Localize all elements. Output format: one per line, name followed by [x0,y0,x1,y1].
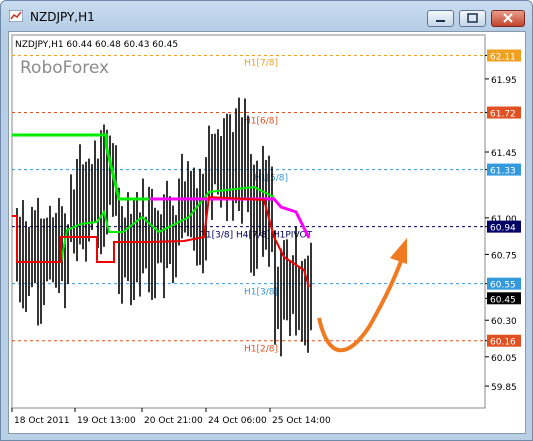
chart-area[interactable]: NZDJPY,H1 60.44 60.48 60.43 60.45 RoboFo… [8,31,526,434]
price-tick-label: 61.45 [491,149,517,159]
time-tick-label: 18 Oct 2011 [14,416,70,426]
price-tag-label: 60.45 [490,295,516,305]
price-tag-label: 60.55 [490,281,516,291]
window-title: NZDJPY,H1 [30,10,95,24]
level-label: H1[2/8] [244,345,278,355]
restore-icon [467,13,478,23]
price-tag-label: 61.33 [490,167,516,177]
price-tick-label: 59.85 [491,383,517,393]
level-label: H1[3/8] [244,288,278,298]
title-bar[interactable]: NZDJPY,H1 [1,1,532,31]
price-tag-label: 60.94 [490,224,516,234]
price-chart[interactable]: NZDJPY,H1 60.44 60.48 60.43 60.45 RoboFo… [9,32,525,433]
watermark-logo: RoboForex [20,58,109,78]
time-tick-label: 24 Oct 06:00 [208,416,267,426]
level-label: H1[6/8] [244,117,278,127]
level-label: H1[5/8] [254,174,288,184]
close-button[interactable] [491,10,525,27]
price-tag-label: 60.16 [490,338,516,348]
time-tick-label: 20 Oct 21:00 [144,416,203,426]
minimize-button[interactable] [427,10,454,27]
price-tick-label: 61.95 [491,76,517,86]
symbol-ohlc-label: NZDJPY,H1 60.44 60.48 60.43 60.45 [15,40,178,50]
price-tick-label: 60.30 [491,317,517,327]
chart-window: NZDJPY,H1 NZDJPY,H1 60.44 60.48 60.43 60… [0,0,533,441]
time-tick-label: 25 Oct 14:00 [272,416,331,426]
price-tag-label: 61.72 [490,110,516,120]
time-tick-label: 19 Oct 13:00 [77,416,136,426]
maximize-button[interactable] [459,10,486,27]
level-label: H1[7/8] [244,58,278,68]
price-axis: 62.1161.9561.7261.4561.3361.0060.9460.75… [485,49,521,393]
chart-window-icon [9,10,23,22]
close-icon [503,13,513,23]
minimize-icon [436,20,445,22]
price-tick-label: 60.75 [491,251,517,261]
price-tag-label: 62.11 [490,52,516,62]
time-axis: 18 Oct 2011 19 Oct 13:00 20 Oct 21:00 24 Oc… [11,408,331,426]
price-tick-label: 60.05 [491,354,517,364]
